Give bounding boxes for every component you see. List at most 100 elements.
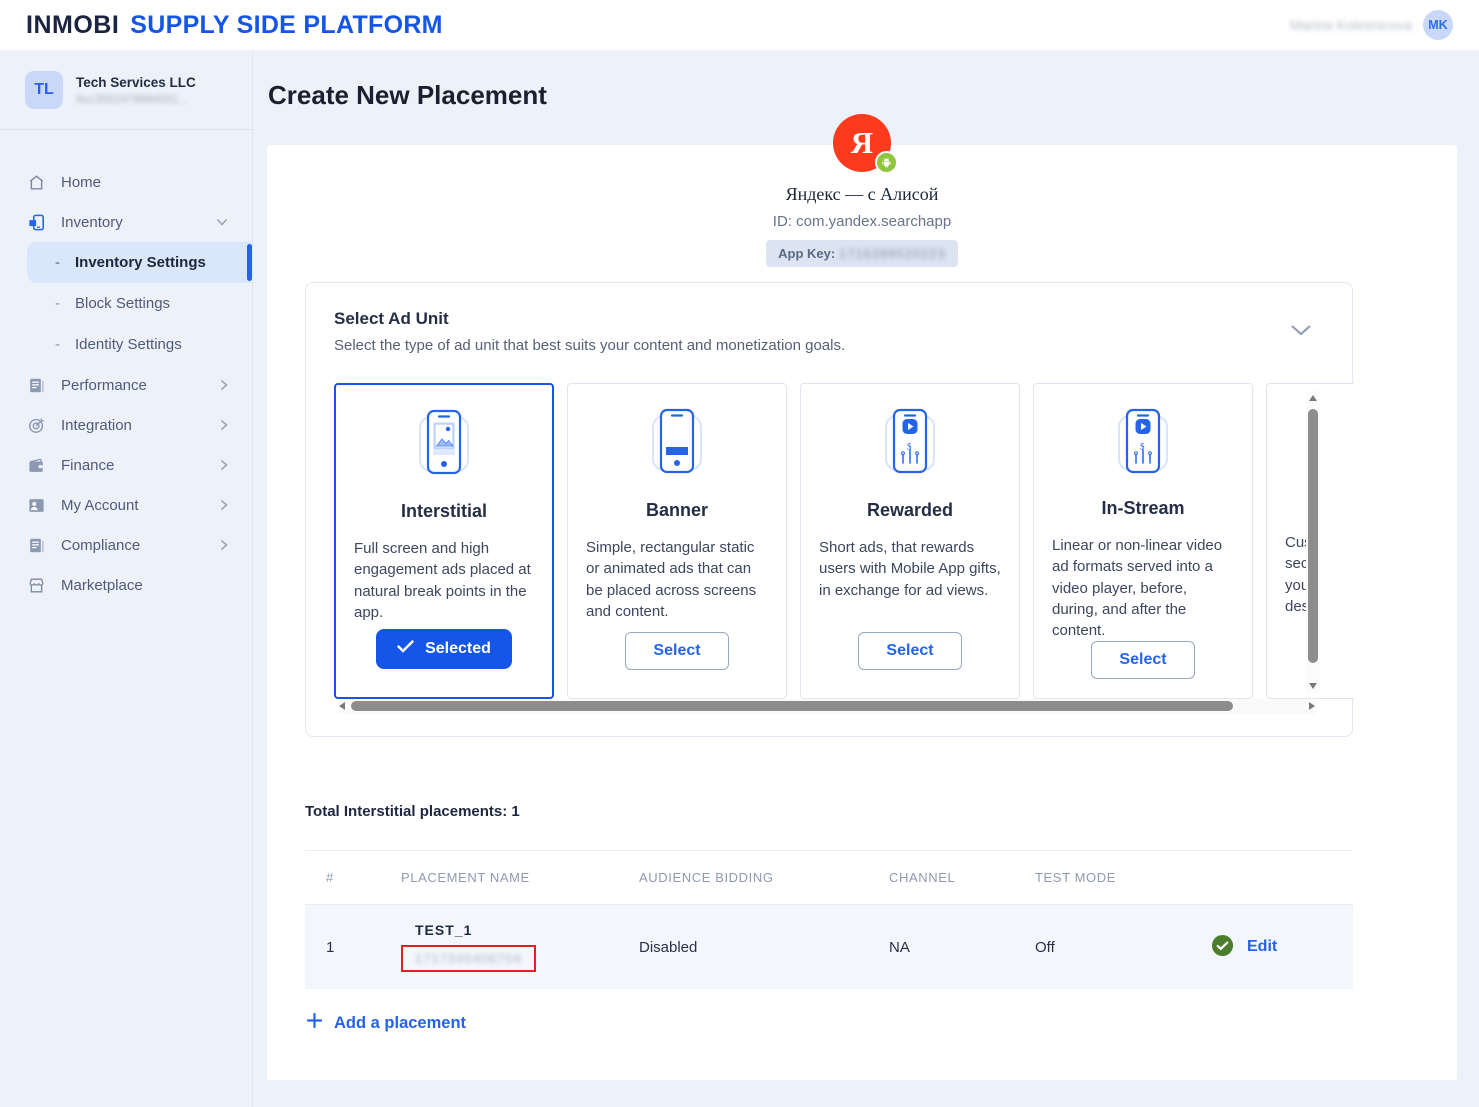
wallet-icon — [26, 456, 46, 475]
ad-unit-card-rewarded[interactable]: $ Rewarded Short ads, that rewards users… — [800, 383, 1020, 699]
ad-unit-card-banner[interactable]: Banner Simple, rectangular static or ani… — [567, 383, 787, 699]
page-title: Create New Placement — [268, 80, 547, 111]
sidebar-item-my-account[interactable]: My Account — [0, 485, 252, 525]
scroll-left-arrow[interactable] — [339, 702, 345, 710]
sidebar-item-block-settings[interactable]: - Block Settings — [0, 283, 252, 324]
sidebar-item-identity-settings[interactable]: - Identity Settings — [0, 324, 252, 365]
row-actions: Edit — [1211, 934, 1353, 961]
inventory-icon — [26, 213, 46, 232]
col-header-test-mode: TEST MODE — [1035, 870, 1211, 885]
sidebar-item-label: Marketplace — [61, 577, 143, 594]
sidebar-item-label: Inventory — [61, 214, 123, 231]
app-key-value: 1716399520223 — [839, 246, 946, 261]
scroll-up-arrow[interactable] — [1309, 395, 1317, 401]
app-id: ID: com.yandex.searchapp — [267, 213, 1457, 230]
status-check-icon — [1211, 934, 1234, 961]
button-label: Selected — [425, 640, 491, 658]
card-title: Interstitial — [401, 501, 487, 522]
card-title: Banner — [646, 500, 708, 521]
ad-unit-cards: Interstitial Full screen and high engage… — [334, 383, 1354, 699]
card-title: In-Stream — [1101, 498, 1184, 519]
sidebar-item-label: Identity Settings — [75, 336, 182, 353]
user-avatar[interactable]: MK — [1423, 10, 1453, 40]
instream-icon: $ — [1109, 404, 1177, 484]
report-icon — [26, 376, 46, 395]
sidebar-item-performance[interactable]: Performance — [0, 365, 252, 405]
sidebar-item-label: Compliance — [61, 537, 140, 554]
org-account-id: Acc3552478894031... — [76, 94, 196, 106]
top-bar: INMOBI SUPPLY SIDE PLATFORM Marina Koles… — [0, 0, 1479, 50]
edit-link[interactable]: Edit — [1247, 938, 1277, 956]
storefront-icon — [26, 576, 46, 595]
add-placement-label: Add a placement — [334, 1014, 466, 1033]
user-name: Marina Kolesnicova — [1290, 17, 1412, 33]
test-mode-value: Off — [1035, 939, 1211, 956]
yandex-app-icon: Я — [833, 114, 891, 172]
placement-id-highlight-box: 1717345406704 — [401, 945, 536, 972]
dash-bullet: - — [55, 295, 60, 312]
select-button[interactable]: Select — [858, 632, 961, 670]
selected-button[interactable]: Selected — [376, 629, 512, 669]
app-name: Яндекс — с Алисой — [267, 184, 1457, 205]
app-key-label: App Key: — [778, 246, 835, 261]
svg-text:$: $ — [907, 442, 912, 452]
ad-unit-card-interstitial[interactable]: Interstitial Full screen and high engage… — [334, 383, 554, 699]
org-avatar: TL — [25, 71, 63, 109]
sidebar-item-inventory[interactable]: Inventory — [0, 202, 252, 242]
sidebar-item-home[interactable]: Home — [0, 162, 252, 202]
col-header-index: # — [305, 870, 401, 885]
sidebar-item-label: Performance — [61, 377, 147, 394]
android-badge-icon — [875, 151, 898, 174]
sidebar-item-compliance[interactable]: Compliance — [0, 525, 252, 565]
banner-icon — [643, 404, 711, 486]
audience-bidding-value: Disabled — [639, 939, 889, 956]
sidebar-item-label: Finance — [61, 457, 114, 474]
interstitial-icon — [410, 405, 478, 487]
sidebar-item-label: Integration — [61, 417, 132, 434]
select-button[interactable]: Select — [1091, 641, 1194, 679]
add-placement-button[interactable]: Add a placement — [307, 1013, 466, 1033]
dash-bullet: - — [55, 336, 60, 353]
app-key-pill: App Key: 1716399520223 — [766, 240, 958, 267]
sidebar-item-label: Block Settings — [75, 295, 170, 312]
card-description: Linear or non-linear video ad formats se… — [1052, 535, 1234, 641]
card-description: Short ads, that rewards users with Mobil… — [819, 537, 1001, 601]
inmobi-logo: INMOBI — [26, 11, 119, 40]
org-name: Tech Services LLC — [76, 75, 196, 90]
ad-unit-card-instream[interactable]: $ In-Stream Linear or non-linear video a… — [1033, 383, 1253, 699]
org-card[interactable]: TL Tech Services LLC Acc3552478894031... — [0, 50, 252, 130]
sidebar-item-label: Home — [61, 174, 101, 191]
placement-id: 1717345406704 — [415, 951, 522, 966]
person-icon — [26, 496, 46, 515]
col-header-placement-name: PLACEMENT NAME — [401, 870, 639, 885]
chevron-right-icon — [220, 539, 228, 551]
sidebar-item-integration[interactable]: Integration — [0, 405, 252, 445]
section-title: Select Ad Unit — [334, 309, 449, 329]
row-index: 1 — [305, 939, 401, 956]
horizontal-scrollbar-thumb[interactable] — [351, 701, 1233, 711]
check-icon — [397, 640, 414, 658]
section-subtitle: Select the type of ad unit that best sui… — [334, 337, 845, 354]
horizontal-scrollbar[interactable] — [338, 699, 1316, 714]
dash-bullet: - — [55, 254, 60, 271]
sidebar-nav: Home Inventory - Inventory Settings - Bl… — [0, 162, 252, 605]
sidebar-item-finance[interactable]: Finance — [0, 445, 252, 485]
chevron-right-icon — [220, 419, 228, 431]
vertical-scrollbar-thumb[interactable] — [1308, 409, 1318, 663]
scroll-down-arrow[interactable] — [1309, 683, 1317, 689]
sidebar-item-inventory-settings[interactable]: - Inventory Settings — [27, 242, 252, 283]
app-header: Я Яндекс — с Алисой ID: com.yandex.searc… — [267, 114, 1457, 267]
chevron-right-icon — [220, 459, 228, 471]
vertical-scrollbar[interactable] — [1306, 391, 1320, 693]
target-icon — [26, 416, 46, 435]
sidebar-item-label: My Account — [61, 497, 139, 514]
collapse-chevron-icon[interactable] — [1290, 323, 1312, 341]
svg-text:$: $ — [1140, 442, 1145, 452]
sidebar-item-marketplace[interactable]: Marketplace — [0, 565, 252, 605]
chevron-right-icon — [220, 499, 228, 511]
sidebar: TL Tech Services LLC Acc3552478894031...… — [0, 50, 253, 1107]
card-title: Rewarded — [867, 500, 953, 521]
scroll-right-arrow[interactable] — [1309, 702, 1315, 710]
placement-name: TEST_1 — [415, 922, 472, 938]
select-button[interactable]: Select — [625, 632, 728, 670]
